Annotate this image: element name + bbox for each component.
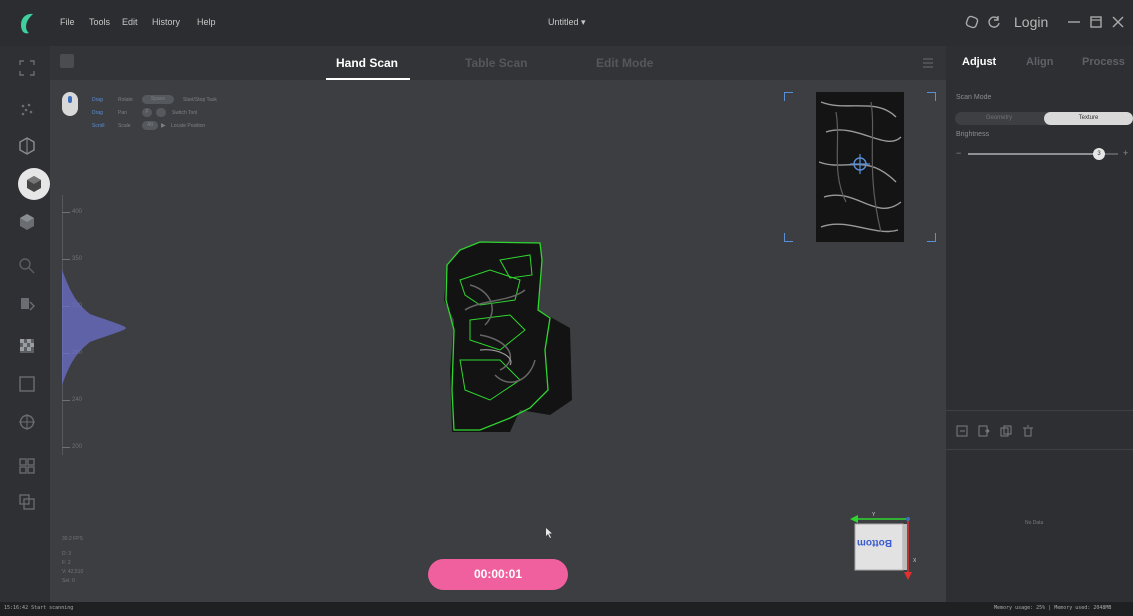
menu-edit[interactable]: Edit (122, 17, 138, 27)
select-icon[interactable] (17, 256, 37, 276)
hint-target: Rotate (118, 97, 133, 103)
crosshair-icon[interactable] (17, 412, 37, 432)
menu-icon[interactable] (922, 56, 934, 68)
tab-process[interactable]: Process (1082, 56, 1125, 68)
copy-icon[interactable] (1000, 424, 1012, 437)
hint-action: Scroll (92, 123, 105, 129)
save-icon[interactable] (60, 54, 74, 68)
scan-frame-icon[interactable] (17, 58, 37, 78)
brightness-label: Brightness (956, 131, 990, 138)
menu-help[interactable]: Help (197, 17, 216, 27)
menu-history[interactable]: History (152, 17, 180, 27)
brightness-slider-knob[interactable]: 3 (1093, 148, 1105, 160)
hint-desc: Locate Position (171, 123, 206, 129)
hint-target: Pan (118, 110, 127, 116)
fps-stat: 30.2 FPS (62, 536, 83, 542)
hint-action: Drag (92, 97, 103, 103)
checker-icon[interactable] (17, 336, 37, 356)
tab-adjust[interactable]: Adjust (962, 56, 996, 68)
point-cloud-icon[interactable] (17, 100, 37, 120)
import-icon[interactable] (956, 424, 968, 437)
login-button[interactable]: Login (1014, 14, 1048, 30)
ruler-tick-label: 200 (72, 444, 83, 450)
scan-mode-texture[interactable]: Texture (1044, 112, 1133, 125)
tab-hand-scan[interactable]: Hand Scan (336, 56, 398, 70)
mesh-icon[interactable] (17, 136, 37, 156)
hint-key-icon (156, 108, 166, 117)
brightness-slider-fill (968, 153, 1098, 155)
status-bar (0, 602, 1133, 616)
menu-file[interactable]: File (60, 17, 75, 27)
tab-align[interactable]: Align (1026, 56, 1054, 68)
stat-line: D: 3 (62, 551, 72, 557)
svg-text:X: X (913, 558, 917, 564)
document-title[interactable]: Untitled ▾ (548, 17, 586, 28)
left-toolbar (0, 46, 50, 602)
svg-text:Y: Y (872, 512, 876, 518)
hint-key: Space (142, 95, 174, 104)
scan-mode-geometry[interactable]: Geometry (955, 112, 1043, 125)
nav-cube-face-label: Bottom (857, 537, 892, 548)
stat-line: F: 2 (62, 560, 71, 566)
hint-target: Scale (118, 123, 131, 129)
ruler-tick-label: 350 (72, 256, 83, 262)
ruler-tick (62, 212, 70, 213)
camera-preview (816, 92, 904, 242)
stat-line: V: 42,510 (62, 569, 84, 575)
hint-desc: Start/Stop Task (183, 97, 217, 103)
brightness-decrease[interactable]: − (956, 148, 961, 158)
refresh-icon[interactable] (986, 14, 1002, 30)
divider (946, 410, 1133, 411)
tab-edit-mode[interactable]: Edit Mode (596, 56, 653, 70)
divider (946, 449, 1133, 450)
memory-usage: Memory usage: 25% | Memory used: 2048MB (994, 605, 1112, 611)
preview-corner (784, 92, 793, 101)
ruler-tick (62, 259, 70, 260)
hint-action: Drag (92, 110, 103, 116)
ruler-tick (62, 447, 70, 448)
preview-corner (927, 233, 936, 242)
minimize-icon[interactable] (1066, 14, 1082, 30)
hint-key: F (142, 108, 152, 117)
cube-tool-active[interactable] (18, 168, 50, 200)
scan-mesh[interactable] (440, 240, 575, 435)
right-panel (946, 46, 1133, 602)
mouse-cursor-icon (546, 528, 552, 538)
ruler-tick (62, 400, 70, 401)
hint-arrow-icon: ▶ (161, 123, 166, 129)
brightness-increase[interactable]: + (1123, 148, 1128, 158)
scan-mode-label: Scan Mode (956, 94, 992, 101)
hint-key: Alt (142, 121, 158, 130)
mouse-icon (62, 92, 78, 116)
depth-histogram (62, 270, 126, 385)
close-icon[interactable] (1110, 14, 1126, 30)
tag-icon[interactable] (964, 14, 980, 30)
no-data-text: No Data (1025, 520, 1044, 526)
preview-corner (927, 92, 936, 101)
export-icon[interactable] (978, 424, 990, 437)
tab-table-scan[interactable]: Table Scan (465, 56, 527, 70)
scan-timer-button[interactable]: 00:00:01 (428, 559, 568, 590)
layers-icon[interactable] (17, 492, 37, 512)
ruler-tick-label: 240 (72, 397, 83, 403)
texture-cube-icon[interactable] (17, 212, 37, 232)
preview-corner (784, 233, 793, 242)
stat-line: Sel: 0 (62, 578, 75, 584)
box-icon[interactable] (17, 374, 37, 394)
status-message: 15:16:42 Start scanning (4, 605, 74, 611)
ruler-tick-label: 400 (72, 209, 83, 215)
trash-icon[interactable] (1022, 424, 1034, 437)
cut-icon[interactable] (17, 294, 37, 314)
hint-desc: Switch Tool (172, 110, 198, 116)
grid-icon[interactable] (17, 456, 37, 476)
app-logo-icon (14, 10, 40, 36)
maximize-icon[interactable] (1088, 14, 1104, 30)
menu-tools[interactable]: Tools (89, 17, 110, 27)
